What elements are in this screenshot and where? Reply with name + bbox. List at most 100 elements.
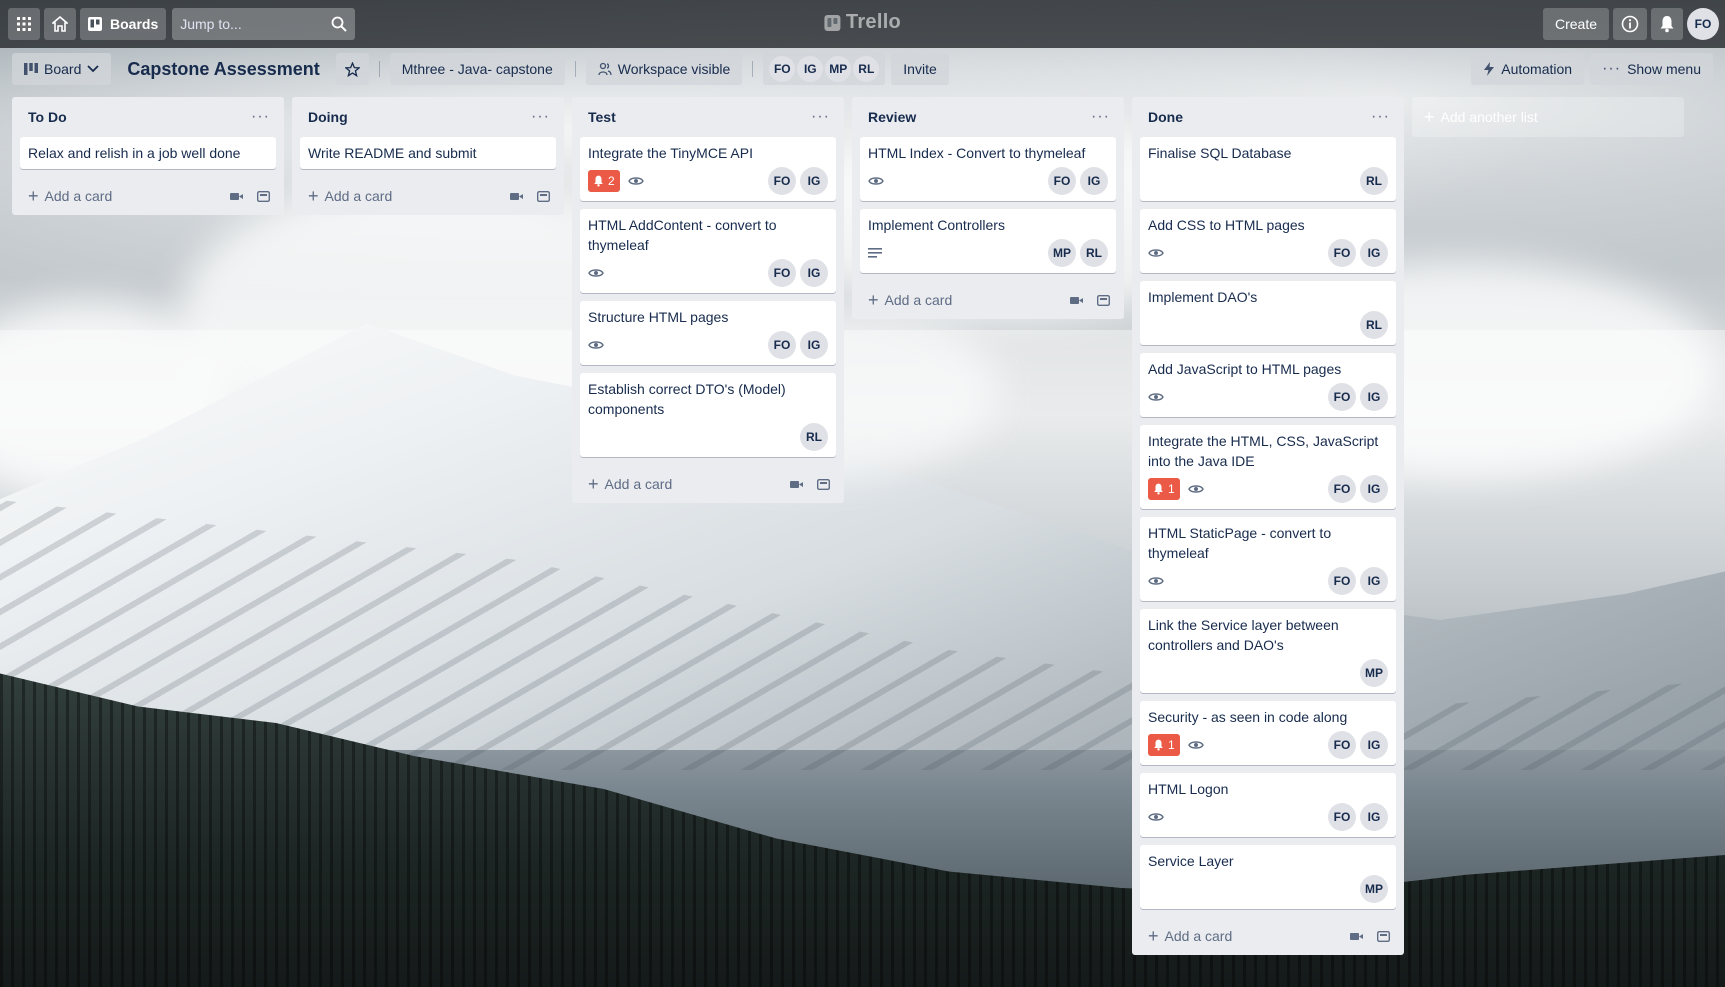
card[interactable]: Establish correct DTO's (Model) componen… bbox=[580, 373, 836, 457]
card-member-avatar[interactable]: IG bbox=[1360, 383, 1388, 411]
add-card-button[interactable]: + Add a card bbox=[868, 291, 952, 309]
create-from-template-button[interactable] bbox=[537, 190, 550, 202]
create-from-template-button[interactable] bbox=[1377, 930, 1390, 942]
create-button[interactable]: Create bbox=[1542, 8, 1609, 40]
list-header[interactable]: Doing ··· bbox=[300, 97, 556, 137]
trello-logo[interactable]: Trello bbox=[823, 11, 901, 34]
card-member-avatar[interactable]: FO bbox=[768, 259, 796, 287]
list-header[interactable]: Review ··· bbox=[860, 97, 1116, 137]
star-board-button[interactable] bbox=[335, 53, 369, 85]
notifications-button[interactable] bbox=[1651, 8, 1683, 40]
jump-to-search[interactable] bbox=[172, 8, 356, 40]
show-menu-button[interactable]: ··· Show menu bbox=[1590, 53, 1713, 85]
apps-grid-button[interactable] bbox=[8, 8, 40, 40]
add-card-button[interactable]: + Add a card bbox=[588, 475, 672, 493]
search-icon[interactable] bbox=[331, 16, 347, 32]
list-title[interactable]: Review bbox=[868, 109, 916, 125]
list-title[interactable]: Done bbox=[1148, 109, 1183, 125]
home-button[interactable] bbox=[44, 8, 76, 40]
card-member-avatar[interactable]: IG bbox=[800, 167, 828, 195]
list-menu-icon[interactable]: ··· bbox=[811, 108, 830, 126]
workspace-button[interactable]: Mthree - Java- capstone bbox=[389, 53, 565, 85]
card[interactable]: Add JavaScript to HTML pages FO IG bbox=[1140, 353, 1396, 417]
add-card-button[interactable]: + Add a card bbox=[28, 187, 112, 205]
list-title[interactable]: Test bbox=[588, 109, 616, 125]
add-card-button[interactable]: + Add a card bbox=[1148, 927, 1232, 945]
list-title[interactable]: Doing bbox=[308, 109, 348, 125]
card[interactable]: Finalise SQL Database RL bbox=[1140, 137, 1396, 201]
list-menu-icon[interactable]: ··· bbox=[251, 108, 270, 126]
card-member-avatar[interactable]: FO bbox=[1328, 803, 1356, 831]
card-member-avatar[interactable]: IG bbox=[1080, 167, 1108, 195]
invite-button[interactable]: Invite bbox=[891, 53, 949, 85]
list-header[interactable]: Test ··· bbox=[580, 97, 836, 137]
card[interactable]: Implement DAO's RL bbox=[1140, 281, 1396, 345]
card-member-avatar[interactable]: IG bbox=[1360, 803, 1388, 831]
video-icon bbox=[1070, 296, 1083, 304]
list-menu-icon[interactable]: ··· bbox=[1091, 108, 1110, 126]
member-avatar[interactable]: IG bbox=[797, 56, 824, 82]
card-member-avatar[interactable]: IG bbox=[1360, 567, 1388, 595]
card-member-avatar[interactable]: IG bbox=[800, 259, 828, 287]
card-member-avatar[interactable]: MP bbox=[1360, 659, 1388, 687]
card[interactable]: HTML Index - Convert to thymeleaf FO IG bbox=[860, 137, 1116, 201]
board-title[interactable]: Capstone Assessment bbox=[117, 59, 329, 80]
card-member-avatar[interactable]: FO bbox=[1048, 167, 1076, 195]
member-avatar[interactable]: MP bbox=[825, 56, 852, 82]
card[interactable]: HTML StaticPage - convert to thymeleaf FO… bbox=[1140, 517, 1396, 601]
member-avatar[interactable]: RL bbox=[853, 56, 880, 82]
visibility-button[interactable]: Workspace visible bbox=[585, 53, 743, 85]
card-member-avatar[interactable]: FO bbox=[1328, 239, 1356, 267]
list-header[interactable]: Done ··· bbox=[1140, 97, 1396, 137]
card-member-avatar[interactable]: IG bbox=[800, 331, 828, 359]
card-member-avatar[interactable]: FO bbox=[768, 331, 796, 359]
video-icon-button[interactable] bbox=[790, 480, 803, 489]
card-member-avatar[interactable]: FO bbox=[768, 167, 796, 195]
card[interactable]: Relax and relish in a job well done bbox=[20, 137, 276, 169]
create-from-template-button[interactable] bbox=[817, 478, 830, 490]
card[interactable]: Link the Service layer between controlle… bbox=[1140, 609, 1396, 693]
card-member-avatar[interactable]: FO bbox=[1328, 383, 1356, 411]
card[interactable]: Structure HTML pages FO IG bbox=[580, 301, 836, 365]
user-avatar[interactable]: FO bbox=[1687, 8, 1719, 40]
card-member-avatar[interactable]: FO bbox=[1328, 475, 1356, 503]
card[interactable]: Integrate the HTML, CSS, JavaScript into… bbox=[1140, 425, 1396, 509]
list-menu-icon[interactable]: ··· bbox=[531, 108, 550, 126]
list-title[interactable]: To Do bbox=[28, 109, 67, 125]
video-icon-button[interactable] bbox=[510, 192, 523, 201]
card-member-avatar[interactable]: RL bbox=[1360, 167, 1388, 195]
search-input[interactable] bbox=[180, 16, 321, 32]
add-another-list-button[interactable]: + Add another list bbox=[1412, 97, 1684, 137]
card-member-avatar[interactable]: MP bbox=[1360, 875, 1388, 903]
card-member-avatar[interactable]: FO bbox=[1328, 567, 1356, 595]
list-menu-icon[interactable]: ··· bbox=[1371, 108, 1390, 126]
card[interactable]: Write README and submit bbox=[300, 137, 556, 169]
card-member-avatar[interactable]: RL bbox=[1360, 311, 1388, 339]
card-member-avatar[interactable]: IG bbox=[1360, 239, 1388, 267]
automation-button[interactable]: Automation bbox=[1471, 53, 1585, 85]
create-from-template-button[interactable] bbox=[1097, 294, 1110, 306]
member-avatar[interactable]: FO bbox=[769, 56, 796, 82]
card-member-avatar[interactable]: IG bbox=[1360, 731, 1388, 759]
board-view-switcher[interactable]: Board bbox=[12, 53, 112, 85]
create-from-template-button[interactable] bbox=[257, 190, 270, 202]
card-member-avatar[interactable]: RL bbox=[1080, 239, 1108, 267]
add-card-button[interactable]: + Add a card bbox=[308, 187, 392, 205]
card[interactable]: Integrate the TinyMCE API 2 FO IG bbox=[580, 137, 836, 201]
card-member-avatar[interactable]: MP bbox=[1048, 239, 1076, 267]
video-icon-button[interactable] bbox=[1350, 932, 1363, 941]
list-header[interactable]: To Do ··· bbox=[20, 97, 276, 137]
card[interactable]: Service Layer MP bbox=[1140, 845, 1396, 909]
card[interactable]: Add CSS to HTML pages FO IG bbox=[1140, 209, 1396, 273]
card[interactable]: HTML Logon FO IG bbox=[1140, 773, 1396, 837]
card[interactable]: Implement Controllers MP RL bbox=[860, 209, 1116, 273]
video-icon-button[interactable] bbox=[230, 192, 243, 201]
boards-button[interactable]: Boards bbox=[80, 8, 167, 40]
info-button[interactable] bbox=[1613, 8, 1647, 40]
card-member-avatar[interactable]: FO bbox=[1328, 731, 1356, 759]
video-icon-button[interactable] bbox=[1070, 296, 1083, 305]
card[interactable]: Security - as seen in code along 1 FO IG bbox=[1140, 701, 1396, 765]
card-member-avatar[interactable]: RL bbox=[800, 423, 828, 451]
card[interactable]: HTML AddContent - convert to thymeleaf FO… bbox=[580, 209, 836, 293]
card-member-avatar[interactable]: IG bbox=[1360, 475, 1388, 503]
